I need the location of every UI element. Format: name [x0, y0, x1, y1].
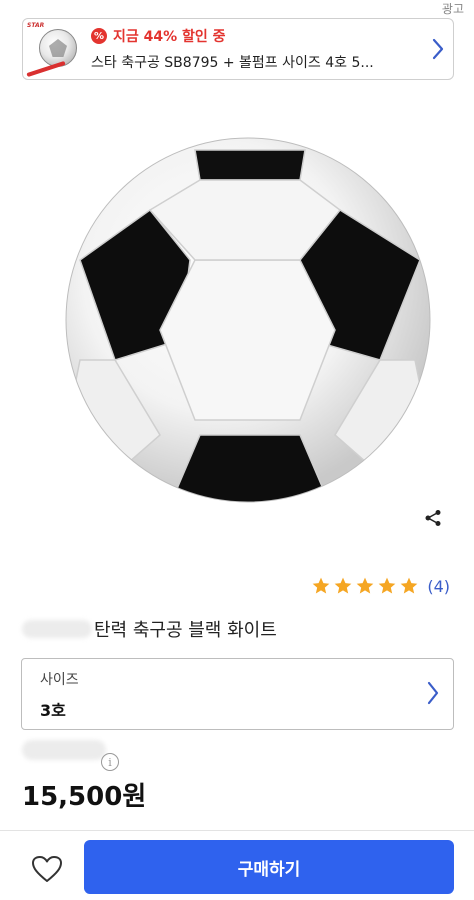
price: 15,500원 — [22, 782, 147, 812]
price-area: i 15,500원 — [22, 740, 442, 812]
review-count[interactable]: (4) — [427, 577, 450, 596]
star-icon — [356, 577, 374, 594]
ad-title: 스타 축구공 SB8795 + 볼펌프 사이즈 4호 5... — [91, 55, 374, 71]
ad-thumbnail: STAR — [23, 19, 89, 79]
ad-label: 광고 — [441, 2, 464, 16]
product-title: 탄력 축구공 블랙 화이트 — [22, 616, 277, 642]
redacted-original-price — [22, 740, 106, 760]
size-value: 3호 — [40, 701, 66, 720]
product-image — [0, 110, 474, 505]
divider — [0, 830, 474, 831]
chevron-right-icon — [427, 681, 439, 709]
percent-badge-icon: % — [91, 28, 107, 44]
share-icon[interactable] — [420, 505, 446, 531]
ad-ball-image — [39, 29, 77, 67]
buy-button[interactable]: 구매하기 — [84, 840, 454, 894]
heart-icon[interactable] — [28, 850, 66, 888]
size-selector[interactable]: 사이즈 3호 — [21, 658, 454, 730]
ad-discount-text: 지금 44% 할인 중 — [113, 29, 226, 45]
star-icon — [378, 577, 396, 594]
bottom-bar: 구매하기 — [0, 838, 474, 900]
ad-brand-logo: STAR — [27, 22, 45, 29]
star-icon — [312, 577, 330, 594]
star-icon — [400, 577, 418, 594]
ad-banner[interactable]: STAR % 지금 44% 할인 중 스타 축구공 SB8795 + 볼펌프 사… — [22, 18, 454, 80]
star-icon — [334, 577, 352, 594]
size-label: 사이즈 — [40, 672, 79, 688]
redacted-brand — [22, 620, 92, 638]
ad-discount: % 지금 44% 할인 중 — [91, 26, 423, 46]
rating[interactable]: (4) — [311, 576, 450, 596]
chevron-right-icon — [423, 38, 453, 60]
product-name: 탄력 축구공 블랙 화이트 — [94, 620, 277, 641]
info-icon[interactable]: i — [101, 753, 119, 771]
